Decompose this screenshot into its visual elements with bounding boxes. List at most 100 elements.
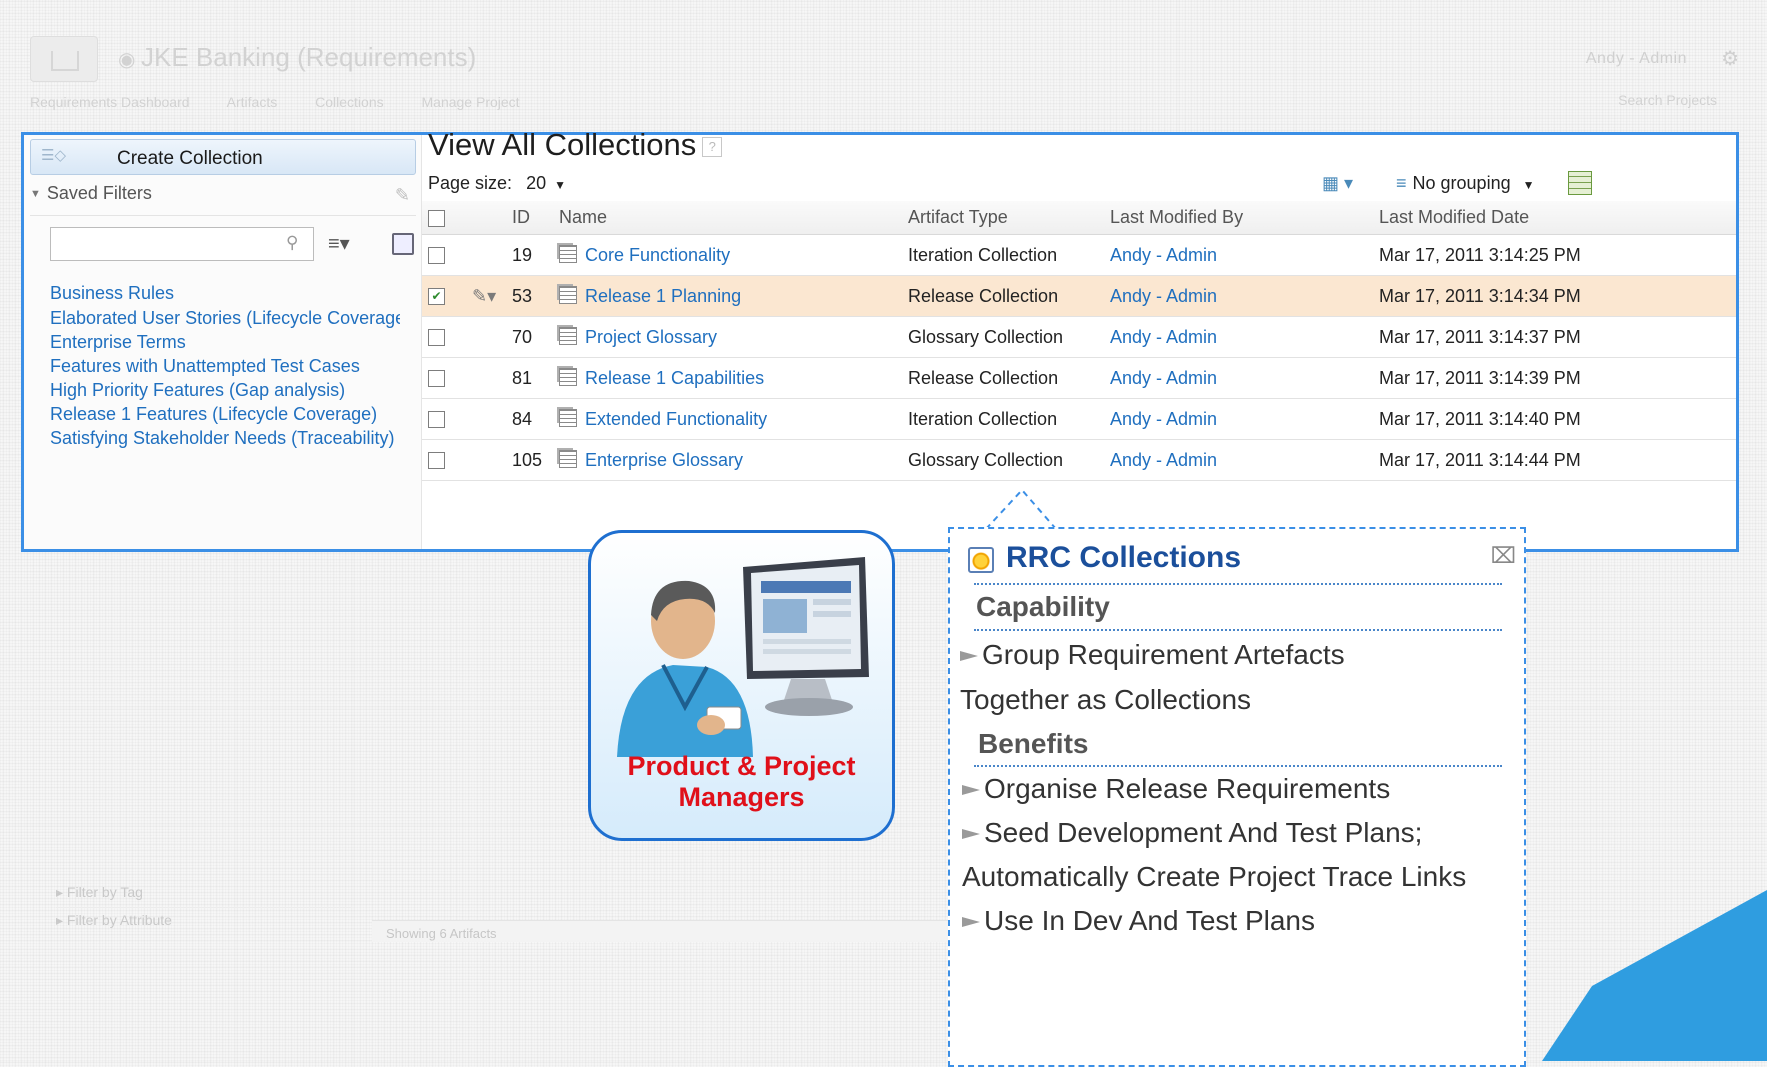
search-icon[interactable]: ⚲ [286,233,298,253]
collection-icon [559,367,577,386]
user-name[interactable]: Andy - Admin [1586,50,1687,68]
row-checkbox[interactable] [428,411,445,429]
collection-icon [559,244,577,263]
column-header-id[interactable]: ID [512,201,559,235]
row-modified-by[interactable]: Andy - Admin [1110,245,1217,265]
grouping-select[interactable]: ≡ No grouping ▼ [1396,173,1534,194]
row-modified-date: Mar 17, 2011 3:14:34 PM [1379,275,1736,317]
app-title: JKE Banking (Requirements) [118,42,476,73]
row-checkbox[interactable] [428,247,445,265]
collection-icon [559,285,577,304]
list-view-icon[interactable]: ≡▾ [328,231,350,256]
benefit-line-text: Use In Dev And Test Plans [984,905,1315,936]
collapse-triangle-icon[interactable]: ▼ [30,188,41,200]
role-card: Product & Project Managers [588,530,895,841]
column-header-name[interactable]: Name [559,201,908,235]
saved-filters-header[interactable]: ▼ Saved Filters ✎ [30,183,416,216]
row-name-link[interactable]: Release 1 Planning [585,286,741,306]
filter-by-attribute[interactable]: ▸ Filter by Attribute [56,912,352,929]
create-collection-button[interactable]: ☰◇ Create Collection [30,139,416,175]
expand-triangle-icon: ▸ [56,912,67,928]
saved-filter-item[interactable]: Release 1 Features (Lifecycle Coverage) [50,402,400,426]
chevron-down-icon[interactable]: ▼ [1523,178,1535,192]
column-header-type[interactable]: Artifact Type [908,201,1110,235]
callout-title: RRC Collections [1006,541,1242,574]
row-checkbox[interactable] [428,288,445,306]
capability-line: Group Requirement Artefacts [960,639,1345,671]
saved-filter-item[interactable]: Features with Unattempted Test Cases [50,354,400,378]
row-name-link[interactable]: Core Functionality [585,245,730,265]
row-name-link[interactable]: Enterprise Glossary [585,450,743,470]
benefit-line-text: Automatically Create Project Trace Links [962,861,1467,892]
grid-icon[interactable] [1568,171,1592,195]
rrc-icon [968,547,994,573]
table-row[interactable]: 70 Project Glossary Glossary Collection … [422,316,1736,358]
row-type: Glossary Collection [908,439,1110,481]
page-title-text: View All Collections [428,127,697,162]
table-row[interactable]: ✎▾ 53 Release 1 Planning Release Collect… [422,275,1736,317]
row-modified-by[interactable]: Andy - Admin [1110,450,1217,470]
table-row[interactable]: 81 Release 1 Capabilities Release Collec… [422,357,1736,399]
save-icon[interactable] [392,233,414,255]
artifact-count: Showing 6 Artifacts [372,920,948,942]
breadcrumb: Requirements Dashboard Artifacts Collect… [30,94,554,110]
table-row[interactable]: 19 Core Functionality Iteration Collecti… [422,234,1736,276]
row-modified-by[interactable]: Andy - Admin [1110,286,1217,306]
row-edit-cell [472,398,512,440]
row-modified-by[interactable]: Andy - Admin [1110,409,1217,429]
benefit-line: Organise Release Requirements [962,773,1390,805]
row-name-link[interactable]: Extended Functionality [585,409,767,429]
breadcrumb-item[interactable]: Requirements Dashboard [30,94,190,110]
collections-panel: ☰◇ Create Collection ▼ Saved Filters ✎ ⚲ … [21,127,1739,552]
row-modified-by[interactable]: Andy - Admin [1110,327,1217,347]
grouping-icon: ≡ [1396,173,1407,193]
user-menu-icon[interactable]: ⚙ [1721,46,1739,71]
row-modified-by[interactable]: Andy - Admin [1110,368,1217,388]
row-checkbox[interactable] [428,370,445,388]
collection-icon [559,326,577,345]
page-size-select[interactable]: 20 [526,173,546,193]
saved-filter-item[interactable]: Satisfying Stakeholder Needs (Traceabili… [50,426,400,450]
breadcrumb-item[interactable]: Manage Project [422,94,520,110]
column-header-modified-by[interactable]: Last Modified By [1110,201,1379,235]
pencil-icon[interactable]: ✎ [395,185,410,206]
role-label: Product & Project Managers [591,751,892,813]
column-header-modified-date[interactable]: Last Modified Date [1379,201,1736,235]
help-icon[interactable]: ? [702,137,723,157]
row-checkbox[interactable] [428,329,445,347]
divider [974,629,1502,631]
capability-heading: Capability [976,591,1110,622]
column-edit [472,201,512,235]
row-name-link[interactable]: Release 1 Capabilities [585,368,764,388]
breadcrumb-item[interactable]: Collections [315,94,383,110]
benefit-line: Seed Development And Test Plans; [962,817,1422,849]
left-sidebar: ☰◇ Create Collection ▼ Saved Filters ✎ ⚲ … [24,135,422,549]
search-projects[interactable]: Search Projects [1618,92,1717,108]
bullet-arrow-icon [962,785,980,795]
row-type: Release Collection [908,357,1110,399]
table-row[interactable]: 84 Extended Functionality Iteration Coll… [422,398,1736,440]
page-title: View All Collections? [428,127,723,163]
saved-filter-item[interactable]: Business Rules [50,281,400,305]
close-icon[interactable]: ⌧ [1491,543,1516,569]
table-row[interactable]: 105 Enterprise Glossary Glossary Collect… [422,439,1736,481]
edit-icon[interactable]: ✎▾ [472,286,496,306]
row-checkbox[interactable] [428,452,445,470]
bullet-arrow-icon [962,829,980,839]
filter-search-input[interactable] [50,227,314,261]
breadcrumb-item[interactable]: Artifacts [227,94,278,110]
chevron-down-icon[interactable]: ▼ [554,178,566,192]
row-name-link[interactable]: Project Glossary [585,327,717,347]
row-modified-date: Mar 17, 2011 3:14:40 PM [1379,398,1736,440]
filter-by-tag[interactable]: ▸ Filter by Tag [56,884,352,908]
saved-filter-item[interactable]: Elaborated User Stories (Lifecycle Cover… [50,306,400,330]
saved-filter-item[interactable]: High Priority Features (Gap analysis) [50,378,400,402]
role-label-line-2: Managers [678,782,805,812]
saved-filter-item[interactable]: Enterprise Terms [50,330,400,354]
row-edit-cell [472,357,512,399]
row-modified-date: Mar 17, 2011 3:14:37 PM [1379,316,1736,358]
capability-line-text: Together as Collections [960,684,1252,715]
select-all-checkbox[interactable] [428,209,445,227]
columns-icon[interactable]: ▦ ▾ [1322,173,1353,194]
home-icon[interactable] [30,36,98,82]
